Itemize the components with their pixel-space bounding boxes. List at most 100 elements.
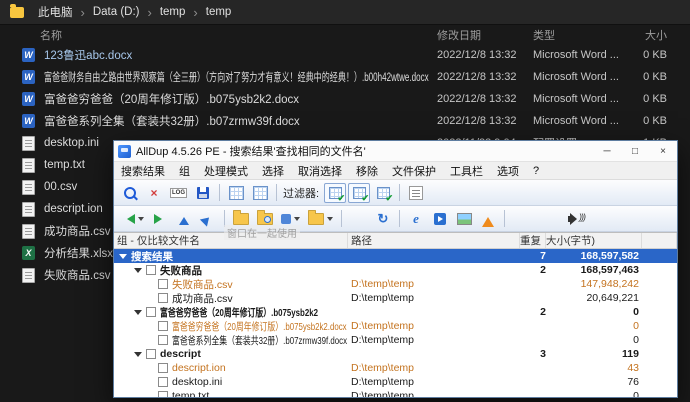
file-type: Microsoft Word ... — [533, 49, 619, 61]
checkbox[interactable] — [158, 321, 168, 331]
save-icon — [197, 187, 209, 199]
tree-row-file[interactable]: 富爸爸系列全集（套装共32册）.b07zrmw39f.docx D:\temp\… — [114, 333, 677, 347]
menu-file-protection[interactable]: 文件保护 — [385, 163, 443, 179]
breadcrumb-temp[interactable]: temp — [154, 6, 192, 18]
tree-row-file[interactable]: 富爸爸穷爸爸（20周年修订版）.b075ysb2k2.docx D:\temp\… — [114, 319, 677, 333]
csv-file-icon — [22, 180, 35, 195]
refresh-icon: ↻ — [378, 212, 389, 225]
group-view-button[interactable] — [225, 183, 247, 203]
tree-row-file[interactable]: 成功商品.csv D:\temp\temp 20,649,221 — [114, 291, 677, 305]
expander-icon[interactable] — [134, 268, 142, 277]
breadcrumb-this-pc[interactable]: 此电脑 — [32, 4, 79, 20]
tree-row-file[interactable]: descript.ion D:\temp\temp 43 — [114, 361, 677, 375]
checkbox[interactable] — [158, 391, 168, 397]
chevron-down-icon — [138, 217, 144, 224]
search-folder-button[interactable] — [254, 209, 276, 229]
file-type: Microsoft Word ... — [533, 71, 619, 83]
tree-row-file[interactable]: 失败商品.csv D:\temp\temp 147,948,242 — [114, 277, 677, 291]
column-header-group-name[interactable]: 组 - 仅比较文件名 — [114, 233, 348, 248]
column-header-date[interactable]: 修改日期 — [437, 27, 533, 43]
expander-icon[interactable] — [134, 310, 142, 319]
view-options-button[interactable] — [405, 183, 427, 203]
breadcrumb-drive-d[interactable]: Data (D:) — [87, 6, 146, 18]
duplicate-count: 7 — [520, 250, 546, 262]
filter-3-button[interactable]: ✔ — [372, 183, 394, 203]
file-label: 成功商品.csv — [172, 291, 233, 306]
folder-icon — [233, 213, 249, 225]
menu-group[interactable]: 组 — [172, 163, 197, 179]
sound-button[interactable] — [565, 209, 587, 229]
checkbox[interactable] — [158, 377, 168, 387]
expander-icon[interactable] — [119, 254, 127, 263]
vlc-button[interactable] — [477, 209, 499, 229]
file-row[interactable]: W 富爸爸穷爸爸（20周年修订版）.b075ysb2k2.docx 2022/1… — [0, 88, 690, 110]
folder-menu-button[interactable] — [305, 209, 336, 229]
file-date: 2022/12/8 13:32 — [437, 49, 533, 61]
image-viewer-button[interactable] — [453, 209, 475, 229]
menu-search-results[interactable]: 搜索结果 — [114, 163, 172, 179]
file-row[interactable]: W 123鲁迅abc.docx 2022/12/8 13:32 Microsof… — [0, 44, 690, 66]
menu-process-mode[interactable]: 处理模式 — [197, 163, 255, 179]
up-button[interactable] — [173, 209, 195, 229]
filter-2-button[interactable]: ✔ — [348, 183, 370, 203]
tree-row-group[interactable]: 富爸爸穷爸爸（20周年修订版）.b075ysb2k2 2 0 — [114, 305, 677, 319]
column-header-size[interactable]: 大小(字节) — [546, 233, 642, 248]
tree-row-group[interactable]: 失败商品 2 168,597,463 — [114, 263, 677, 277]
new-search-button[interactable] — [119, 183, 141, 203]
list-view-icon — [253, 186, 268, 200]
checkbox[interactable] — [146, 349, 156, 359]
toolbar-main: × LOG 过滤器: ✔ ✔ ✔ — [114, 180, 677, 206]
tree-row-file[interactable]: desktop.ini D:\temp\temp 76 — [114, 375, 677, 389]
word-file-icon: W — [22, 114, 35, 128]
title-bar[interactable]: AllDup 4.5.26 PE - 搜索结果'查找相同的文件名' ─ □ × — [114, 141, 677, 162]
column-header-type[interactable]: 类型 — [533, 27, 619, 43]
column-header-duplicates[interactable]: 重复 — [520, 233, 546, 248]
column-header-name[interactable]: 名称 — [0, 27, 437, 43]
tree-row-search-results[interactable]: 搜索结果 7 168,597,582 — [114, 249, 677, 263]
column-header-size[interactable]: 大小 — [619, 27, 667, 43]
filter-1-button[interactable]: ✔ — [324, 183, 346, 203]
save-results-button[interactable] — [192, 183, 214, 203]
menu-options[interactable]: 选项 — [490, 163, 526, 179]
menu-select[interactable]: 选择 — [255, 163, 291, 179]
list-view-button[interactable] — [249, 183, 271, 203]
desktop: 此电脑 › Data (D:) › temp › temp 名称 修改日期 类型… — [0, 0, 690, 402]
check-icon: ✔ — [362, 194, 370, 203]
clear-results-button[interactable]: × — [143, 183, 165, 203]
file-date: 2022/12/8 13:32 — [437, 93, 533, 105]
export-button[interactable] — [197, 209, 219, 229]
refresh-button[interactable]: ↻ — [372, 209, 394, 229]
file-date: 2022/12/8 13:32 — [437, 71, 533, 83]
media-player-button[interactable] — [429, 209, 451, 229]
menu-toolbar[interactable]: 工具栏 — [443, 163, 490, 179]
maximize-button[interactable]: □ — [621, 141, 649, 161]
menu-deselect[interactable]: 取消选择 — [291, 163, 349, 179]
forward-button[interactable] — [149, 209, 171, 229]
group-label: 失败商品 — [160, 263, 202, 278]
tree-row-file[interactable]: temp.txt D:\temp\temp 0 — [114, 389, 677, 397]
checkbox[interactable] — [158, 363, 168, 373]
file-row[interactable]: W 富爸爸系列全集（套装共32册）.b07zrmw39f.docx 2022/1… — [0, 110, 690, 132]
checkbox[interactable] — [146, 265, 156, 275]
column-header-path[interactable]: 路径 — [348, 233, 520, 248]
checkbox[interactable] — [158, 335, 168, 345]
checkbox[interactable] — [158, 293, 168, 303]
open-browser-button[interactable]: e — [405, 209, 427, 229]
log-button[interactable]: LOG — [167, 183, 190, 203]
menu-help[interactable]: ? — [526, 165, 546, 177]
drive-select-button[interactable] — [278, 209, 303, 229]
checkbox[interactable] — [146, 307, 156, 317]
open-folder-button[interactable] — [230, 209, 252, 229]
menu-remove[interactable]: 移除 — [349, 163, 385, 179]
group-label: 搜索结果 — [131, 249, 173, 264]
file-size: 0 KB — [619, 71, 667, 83]
tree-row-group[interactable]: descript 3 119 — [114, 347, 677, 361]
breadcrumb-temp-2[interactable]: temp — [200, 6, 238, 18]
back-button[interactable] — [119, 209, 147, 229]
file-row[interactable]: W 富爸爸财务自由之路由世界观察篇（全三册）（方向对了努力才有意义！经典中的经典… — [0, 66, 690, 88]
minimize-button[interactable]: ─ — [593, 141, 621, 161]
checkbox[interactable] — [158, 279, 168, 289]
expander-icon[interactable] — [134, 352, 142, 361]
result-tree: 搜索结果 7 168,597,582 失败商品 2 168,597,463 失败… — [114, 249, 677, 397]
close-button[interactable]: × — [649, 141, 677, 161]
